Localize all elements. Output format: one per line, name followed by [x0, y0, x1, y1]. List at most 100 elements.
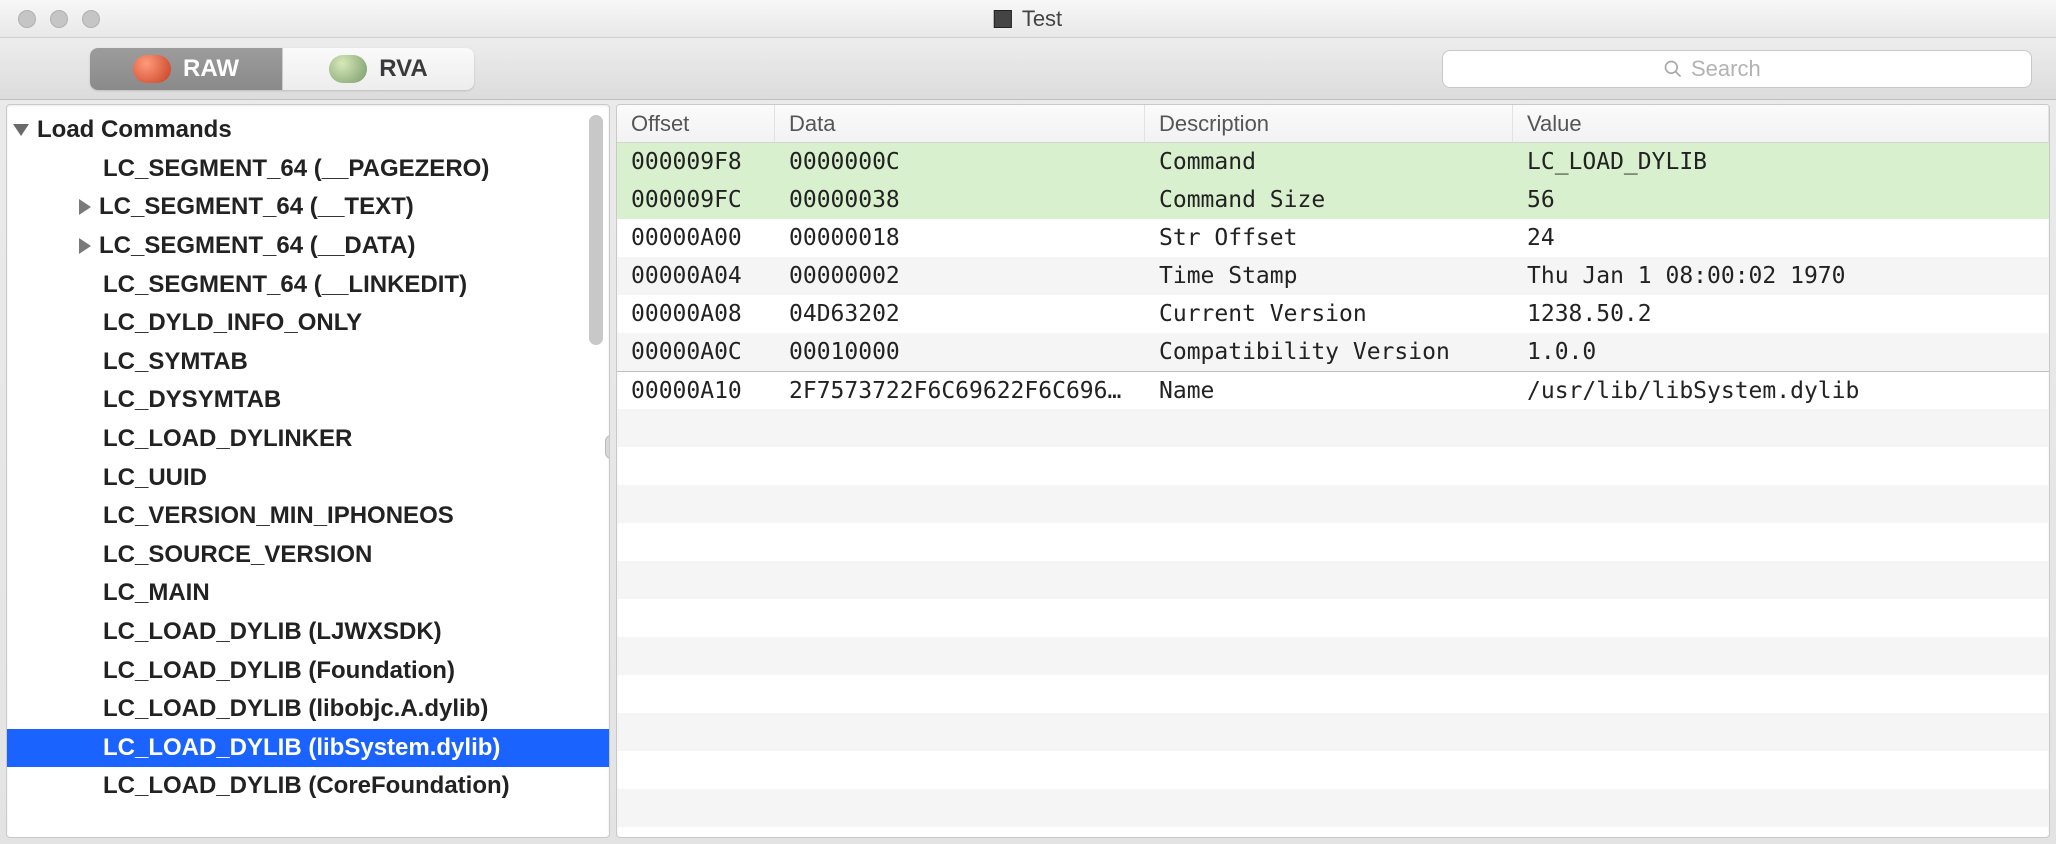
table-row[interactable]: 00000A102F7573722F6C69622F6C696…Name/usr…	[617, 371, 2049, 409]
sidebar-item-label: LC_DYSYMTAB	[103, 386, 281, 414]
pomegranate-icon	[133, 55, 171, 83]
window: Test RAW RVA Load Commands LC_SEGMENT_64 …	[0, 0, 2056, 844]
table-row[interactable]: 00000A0000000018Str Offset24	[617, 219, 2049, 257]
rva-mode-button[interactable]: RVA	[282, 48, 474, 90]
cell-value: /usr/lib/libSystem.dylib	[1513, 378, 2049, 404]
cell-offset: 00000A10	[617, 378, 775, 404]
sidebar-item[interactable]: LC_LOAD_DYLIB (libSystem.dylib)	[7, 729, 609, 768]
sidebar-item-label: LC_SYMTAB	[103, 348, 248, 376]
cell-offset: 00000A08	[617, 301, 775, 327]
sidebar-item-label: LC_SEGMENT_64 (__PAGEZERO)	[103, 155, 489, 183]
search-icon	[1663, 59, 1683, 79]
close-icon[interactable]	[18, 10, 36, 28]
cell-offset: 00000A0C	[617, 339, 775, 365]
table-header-row: Offset Data Description Value	[617, 105, 2049, 143]
document-icon	[994, 10, 1012, 28]
sidebar-item[interactable]: LC_SEGMENT_64 (__TEXT)	[7, 188, 609, 227]
sidebar-item-label: LC_LOAD_DYLIB (LJWXSDK)	[103, 618, 442, 646]
chevron-right-icon	[79, 238, 91, 254]
chevron-down-icon	[13, 124, 29, 136]
table-row-empty	[617, 789, 2049, 827]
window-title: Test	[1022, 6, 1062, 32]
table-row[interactable]: 00000A0400000002Time StampThu Jan 1 08:0…	[617, 257, 2049, 295]
table-row[interactable]: 000009F80000000CCommandLC_LOAD_DYLIB	[617, 143, 2049, 181]
table-row[interactable]: 00000A0804D63202Current Version1238.50.2	[617, 295, 2049, 333]
sidebar-scrollbar[interactable]	[589, 115, 603, 345]
col-description[interactable]: Description	[1145, 105, 1513, 142]
titlebar: Test	[0, 0, 2056, 38]
splitter-handle[interactable]	[605, 435, 610, 459]
sidebar-item[interactable]: LC_MAIN	[7, 574, 609, 613]
sidebar-item[interactable]: LC_SOURCE_VERSION	[7, 536, 609, 575]
sidebar-item-label: LC_MAIN	[103, 579, 210, 607]
detail-panel: Offset Data Description Value 000009F800…	[616, 104, 2050, 838]
sidebar-item[interactable]: LC_DYSYMTAB	[7, 381, 609, 420]
table-row-empty	[617, 523, 2049, 561]
cell-desc: Time Stamp	[1145, 263, 1513, 289]
rva-label: RVA	[379, 55, 427, 83]
sidebar-item-label: LC_LOAD_DYLIB (CoreFoundation)	[103, 772, 510, 800]
chevron-right-icon	[79, 199, 91, 215]
sidebar-item-label: LC_SEGMENT_64 (__DATA)	[99, 232, 416, 260]
table-row-empty	[617, 485, 2049, 523]
sidebar-item-label: LC_LOAD_DYLIB (libSystem.dylib)	[103, 734, 500, 762]
toolbar: RAW RVA	[0, 38, 2056, 100]
cell-desc: Name	[1145, 378, 1513, 404]
sidebar-item[interactable]: LC_LOAD_DYLIB (libobjc.A.dylib)	[7, 690, 609, 729]
sidebar-item-label: LC_LOAD_DYLIB (libobjc.A.dylib)	[103, 695, 488, 723]
cell-offset: 000009F8	[617, 149, 775, 175]
table-row-empty	[617, 561, 2049, 599]
cell-desc: Command Size	[1145, 187, 1513, 213]
table-row-empty	[617, 409, 2049, 447]
sidebar-item[interactable]: LC_VERSION_MIN_IPHONEOS	[7, 497, 609, 536]
col-value[interactable]: Value	[1513, 105, 2049, 142]
tree-root-label: Load Commands	[37, 116, 232, 144]
zoom-icon[interactable]	[82, 10, 100, 28]
cell-value: 24	[1513, 225, 2049, 251]
table-row-empty	[617, 675, 2049, 713]
cell-desc: Command	[1145, 149, 1513, 175]
cell-value: 1.0.0	[1513, 339, 2049, 365]
sidebar-item[interactable]: LC_LOAD_DYLIB (Foundation)	[7, 651, 609, 690]
cell-value: 56	[1513, 187, 2049, 213]
table-row[interactable]: 000009FC00000038Command Size56	[617, 181, 2049, 219]
col-data[interactable]: Data	[775, 105, 1145, 142]
cell-desc: Str Offset	[1145, 225, 1513, 251]
sidebar-item-label: LC_SEGMENT_64 (__LINKEDIT)	[103, 271, 467, 299]
table-row-empty	[617, 637, 2049, 675]
search-input[interactable]	[1691, 56, 1811, 82]
sidebar-item[interactable]: LC_LOAD_DYLINKER	[7, 420, 609, 459]
cell-value: LC_LOAD_DYLIB	[1513, 149, 2049, 175]
sidebar-item[interactable]: LC_SEGMENT_64 (__LINKEDIT)	[7, 265, 609, 304]
table-body: 000009F80000000CCommandLC_LOAD_DYLIB0000…	[617, 143, 2049, 837]
cell-data: 00000018	[775, 225, 1145, 251]
sidebar-item[interactable]: LC_SEGMENT_64 (__PAGEZERO)	[7, 150, 609, 189]
cell-offset: 00000A04	[617, 263, 775, 289]
minimize-icon[interactable]	[50, 10, 68, 28]
sidebar-item-label: LC_VERSION_MIN_IPHONEOS	[103, 502, 454, 530]
cell-data: 00000038	[775, 187, 1145, 213]
col-offset[interactable]: Offset	[617, 105, 775, 142]
table-row-empty	[617, 751, 2049, 789]
table-row[interactable]: 00000A0C00010000Compatibility Version1.0…	[617, 333, 2049, 371]
sidebar-item[interactable]: LC_SYMTAB	[7, 343, 609, 382]
traffic-lights	[18, 10, 100, 28]
sidebar-item-label: LC_SOURCE_VERSION	[103, 541, 372, 569]
sidebar-item-label: LC_SEGMENT_64 (__TEXT)	[99, 193, 414, 221]
sidebar-item-label: LC_LOAD_DYLINKER	[103, 425, 352, 453]
search-field[interactable]	[1442, 50, 2032, 88]
cell-data: 2F7573722F6C69622F6C696…	[775, 378, 1145, 404]
raw-mode-button[interactable]: RAW	[90, 48, 282, 90]
cell-data: 00010000	[775, 339, 1145, 365]
cell-offset: 000009FC	[617, 187, 775, 213]
cell-data: 04D63202	[775, 301, 1145, 327]
sidebar-item[interactable]: LC_SEGMENT_64 (__DATA)	[7, 227, 609, 266]
sidebar-item[interactable]: LC_UUID	[7, 458, 609, 497]
sidebar-item[interactable]: LC_LOAD_DYLIB (LJWXSDK)	[7, 613, 609, 652]
sidebar-item[interactable]: LC_DYLD_INFO_ONLY	[7, 304, 609, 343]
tree-root[interactable]: Load Commands	[7, 111, 609, 150]
cell-value: 1238.50.2	[1513, 301, 2049, 327]
body-split: Load Commands LC_SEGMENT_64 (__PAGEZERO) L…	[0, 100, 2056, 844]
cell-data: 00000002	[775, 263, 1145, 289]
sidebar-item[interactable]: LC_LOAD_DYLIB (CoreFoundation)	[7, 767, 609, 806]
